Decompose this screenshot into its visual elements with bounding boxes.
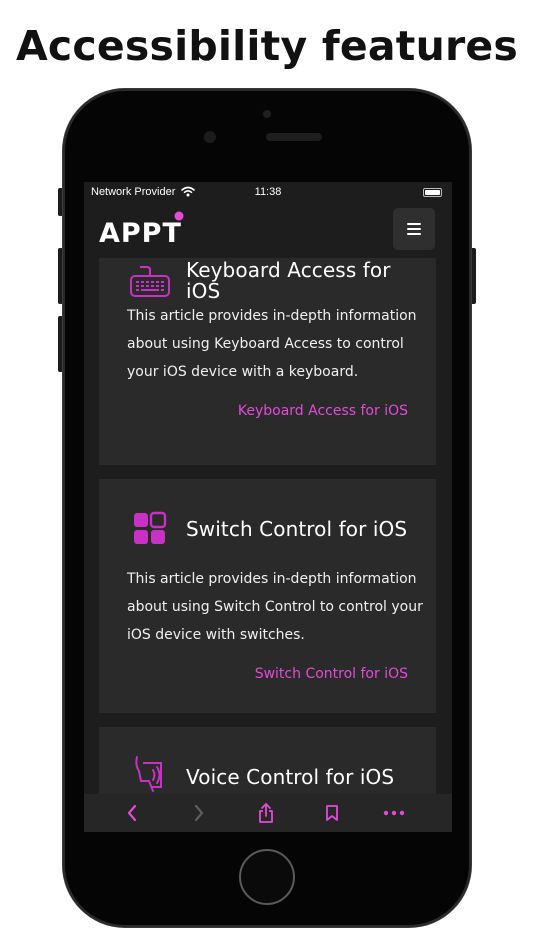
appt-logo[interactable]: APPT bbox=[99, 210, 195, 250]
svg-text:APPT: APPT bbox=[99, 218, 182, 249]
browser-toolbar bbox=[84, 794, 452, 832]
forward-chevron-icon[interactable] bbox=[188, 802, 210, 824]
card-title: Switch Control for iOS bbox=[186, 517, 408, 541]
bookmark-icon[interactable] bbox=[321, 802, 343, 824]
home-button[interactable] bbox=[239, 849, 295, 905]
article-card: Voice Control for iOS bbox=[99, 727, 436, 794]
card-link[interactable]: Keyboard Access for iOS bbox=[238, 403, 408, 419]
battery-icon bbox=[423, 188, 442, 197]
proximity-sensor bbox=[263, 110, 271, 118]
card-title: Keyboard Access for iOS bbox=[186, 258, 391, 303]
card-description: This article provides in-depth informati… bbox=[127, 308, 417, 380]
hamburger-icon-line bbox=[407, 223, 421, 225]
article-list: Keyboard Access for iOS This article pro… bbox=[84, 258, 452, 794]
front-camera bbox=[204, 131, 216, 143]
back-chevron-icon[interactable] bbox=[121, 802, 143, 824]
status-time: 11:38 bbox=[254, 186, 282, 198]
hamburger-icon-line bbox=[407, 233, 421, 235]
hamburger-icon-line bbox=[407, 228, 421, 230]
card-link[interactable]: Switch Control for iOS bbox=[255, 666, 408, 682]
switch-grid-icon bbox=[134, 511, 167, 544]
share-icon[interactable] bbox=[255, 802, 277, 824]
phone-screen: Network Provider 11:38 APPT Keyboard Acc… bbox=[84, 182, 452, 832]
menu-button[interactable] bbox=[393, 208, 435, 250]
status-bar: Network Provider 11:38 bbox=[84, 182, 452, 204]
card-title: Voice Control for iOS bbox=[186, 765, 395, 789]
earpiece-speaker bbox=[266, 133, 322, 141]
article-card: Keyboard Access for iOS This article pro… bbox=[99, 258, 436, 465]
voice-control-icon bbox=[135, 756, 162, 792]
page-headline: Accessibility features bbox=[15, 22, 519, 70]
keyboard-icon bbox=[130, 266, 170, 297]
power-button bbox=[471, 248, 476, 304]
top-navbar: APPT bbox=[84, 204, 452, 258]
card-description: This article provides in-depth informati… bbox=[127, 571, 423, 643]
more-dots-icon[interactable] bbox=[382, 802, 406, 824]
article-card: Switch Control for iOS This article prov… bbox=[99, 479, 436, 713]
